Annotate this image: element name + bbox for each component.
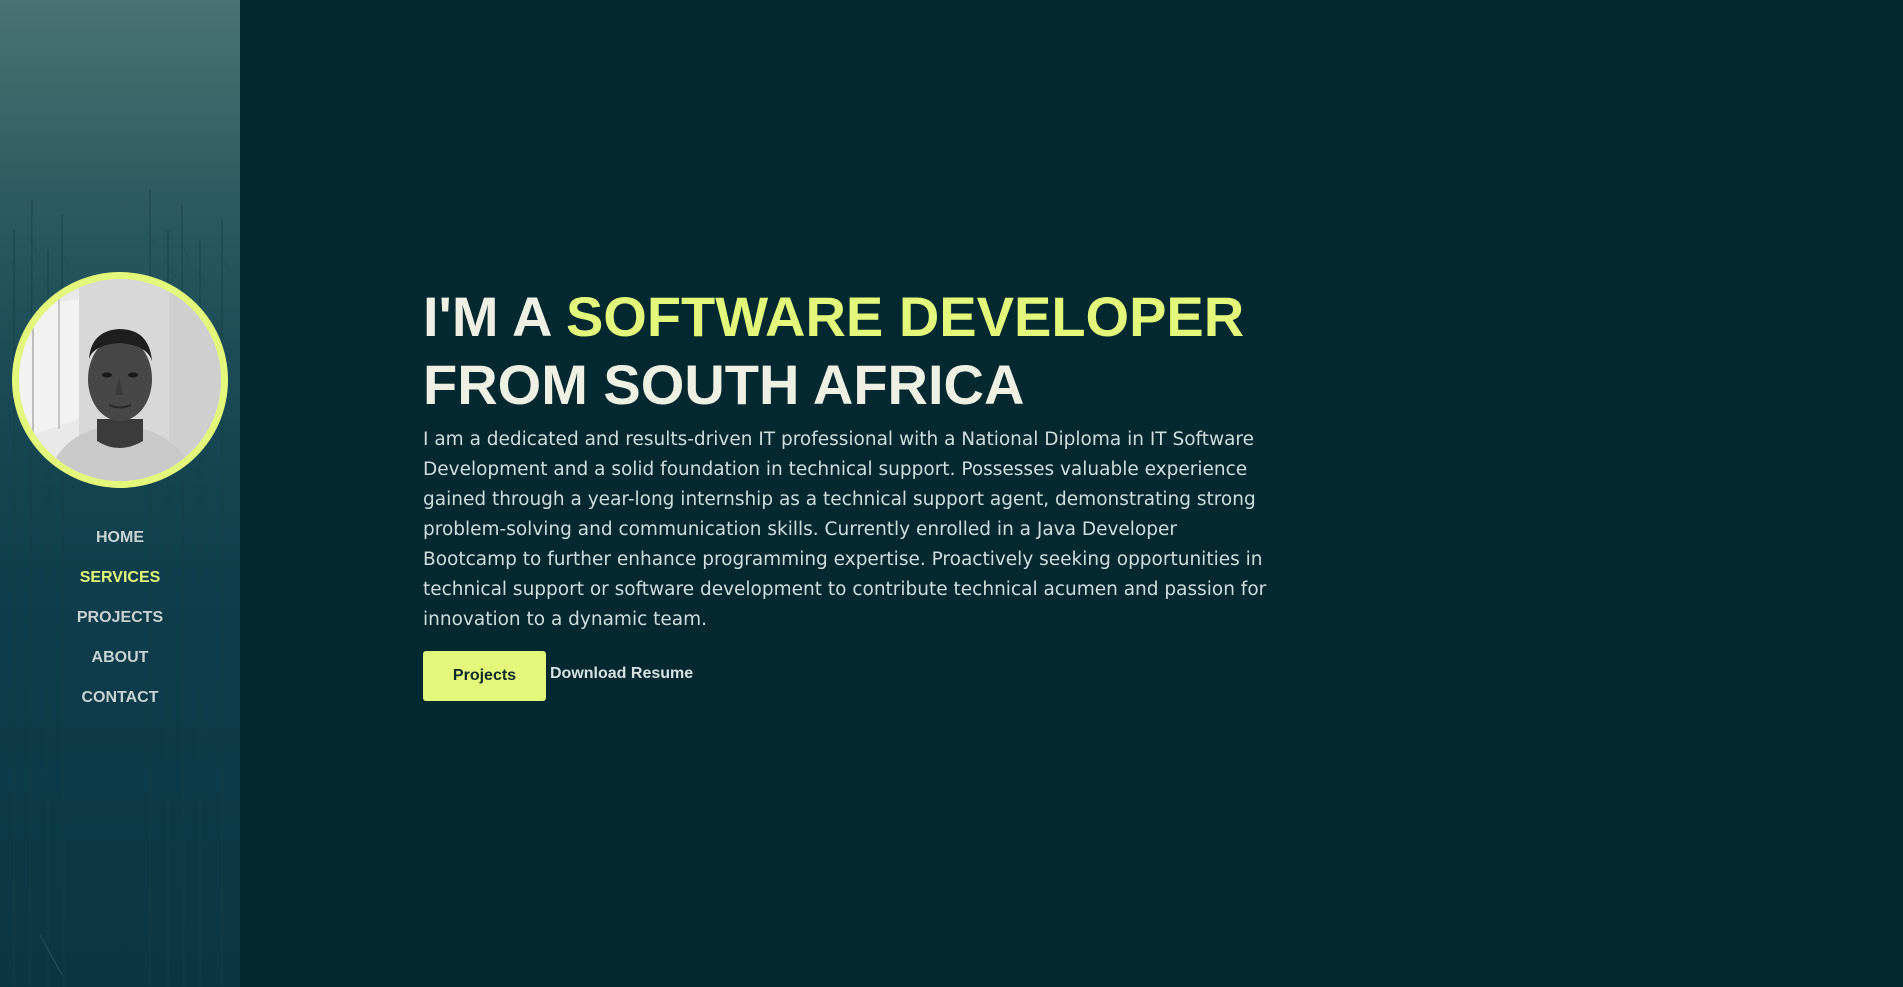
nav-item-projects[interactable]: PROJECTS xyxy=(0,602,240,642)
nav-item-about[interactable]: ABOUT xyxy=(0,642,240,682)
headline-highlight: SOFTWARE DEVELOPER xyxy=(565,285,1245,348)
nav-item-home[interactable]: HOME xyxy=(0,522,240,562)
nav-item-services[interactable]: SERVICES xyxy=(0,562,240,602)
hero-intro-text: I am a dedicated and results-driven IT p… xyxy=(423,429,1267,630)
headline-suffix: FROM SOUTH AFRICA xyxy=(423,353,1025,416)
profile-photo-ring xyxy=(12,272,228,488)
hero-headline: I'M A SOFTWARE DEVELOPER FROM SOUTH AFRIC… xyxy=(423,283,1244,419)
hero-actions: Projects Download Resume xyxy=(423,651,693,701)
headline-prefix: I'M A xyxy=(423,285,566,348)
forest-background-image xyxy=(9,190,231,987)
sidebar-nav: HOME SERVICES PROJECTS ABOUT CONTACT xyxy=(0,522,240,722)
nav-item-contact[interactable]: CONTACT xyxy=(0,682,240,722)
profile-photo xyxy=(19,279,221,481)
download-resume-link[interactable]: Download Resume xyxy=(550,665,693,683)
hero-section: I'M A SOFTWARE DEVELOPER FROM SOUTH AFRIC… xyxy=(240,0,1903,987)
sidebar: HOME SERVICES PROJECTS ABOUT CONTACT xyxy=(0,0,240,987)
projects-button[interactable]: Projects xyxy=(423,651,546,701)
person-portrait-image xyxy=(19,279,221,481)
